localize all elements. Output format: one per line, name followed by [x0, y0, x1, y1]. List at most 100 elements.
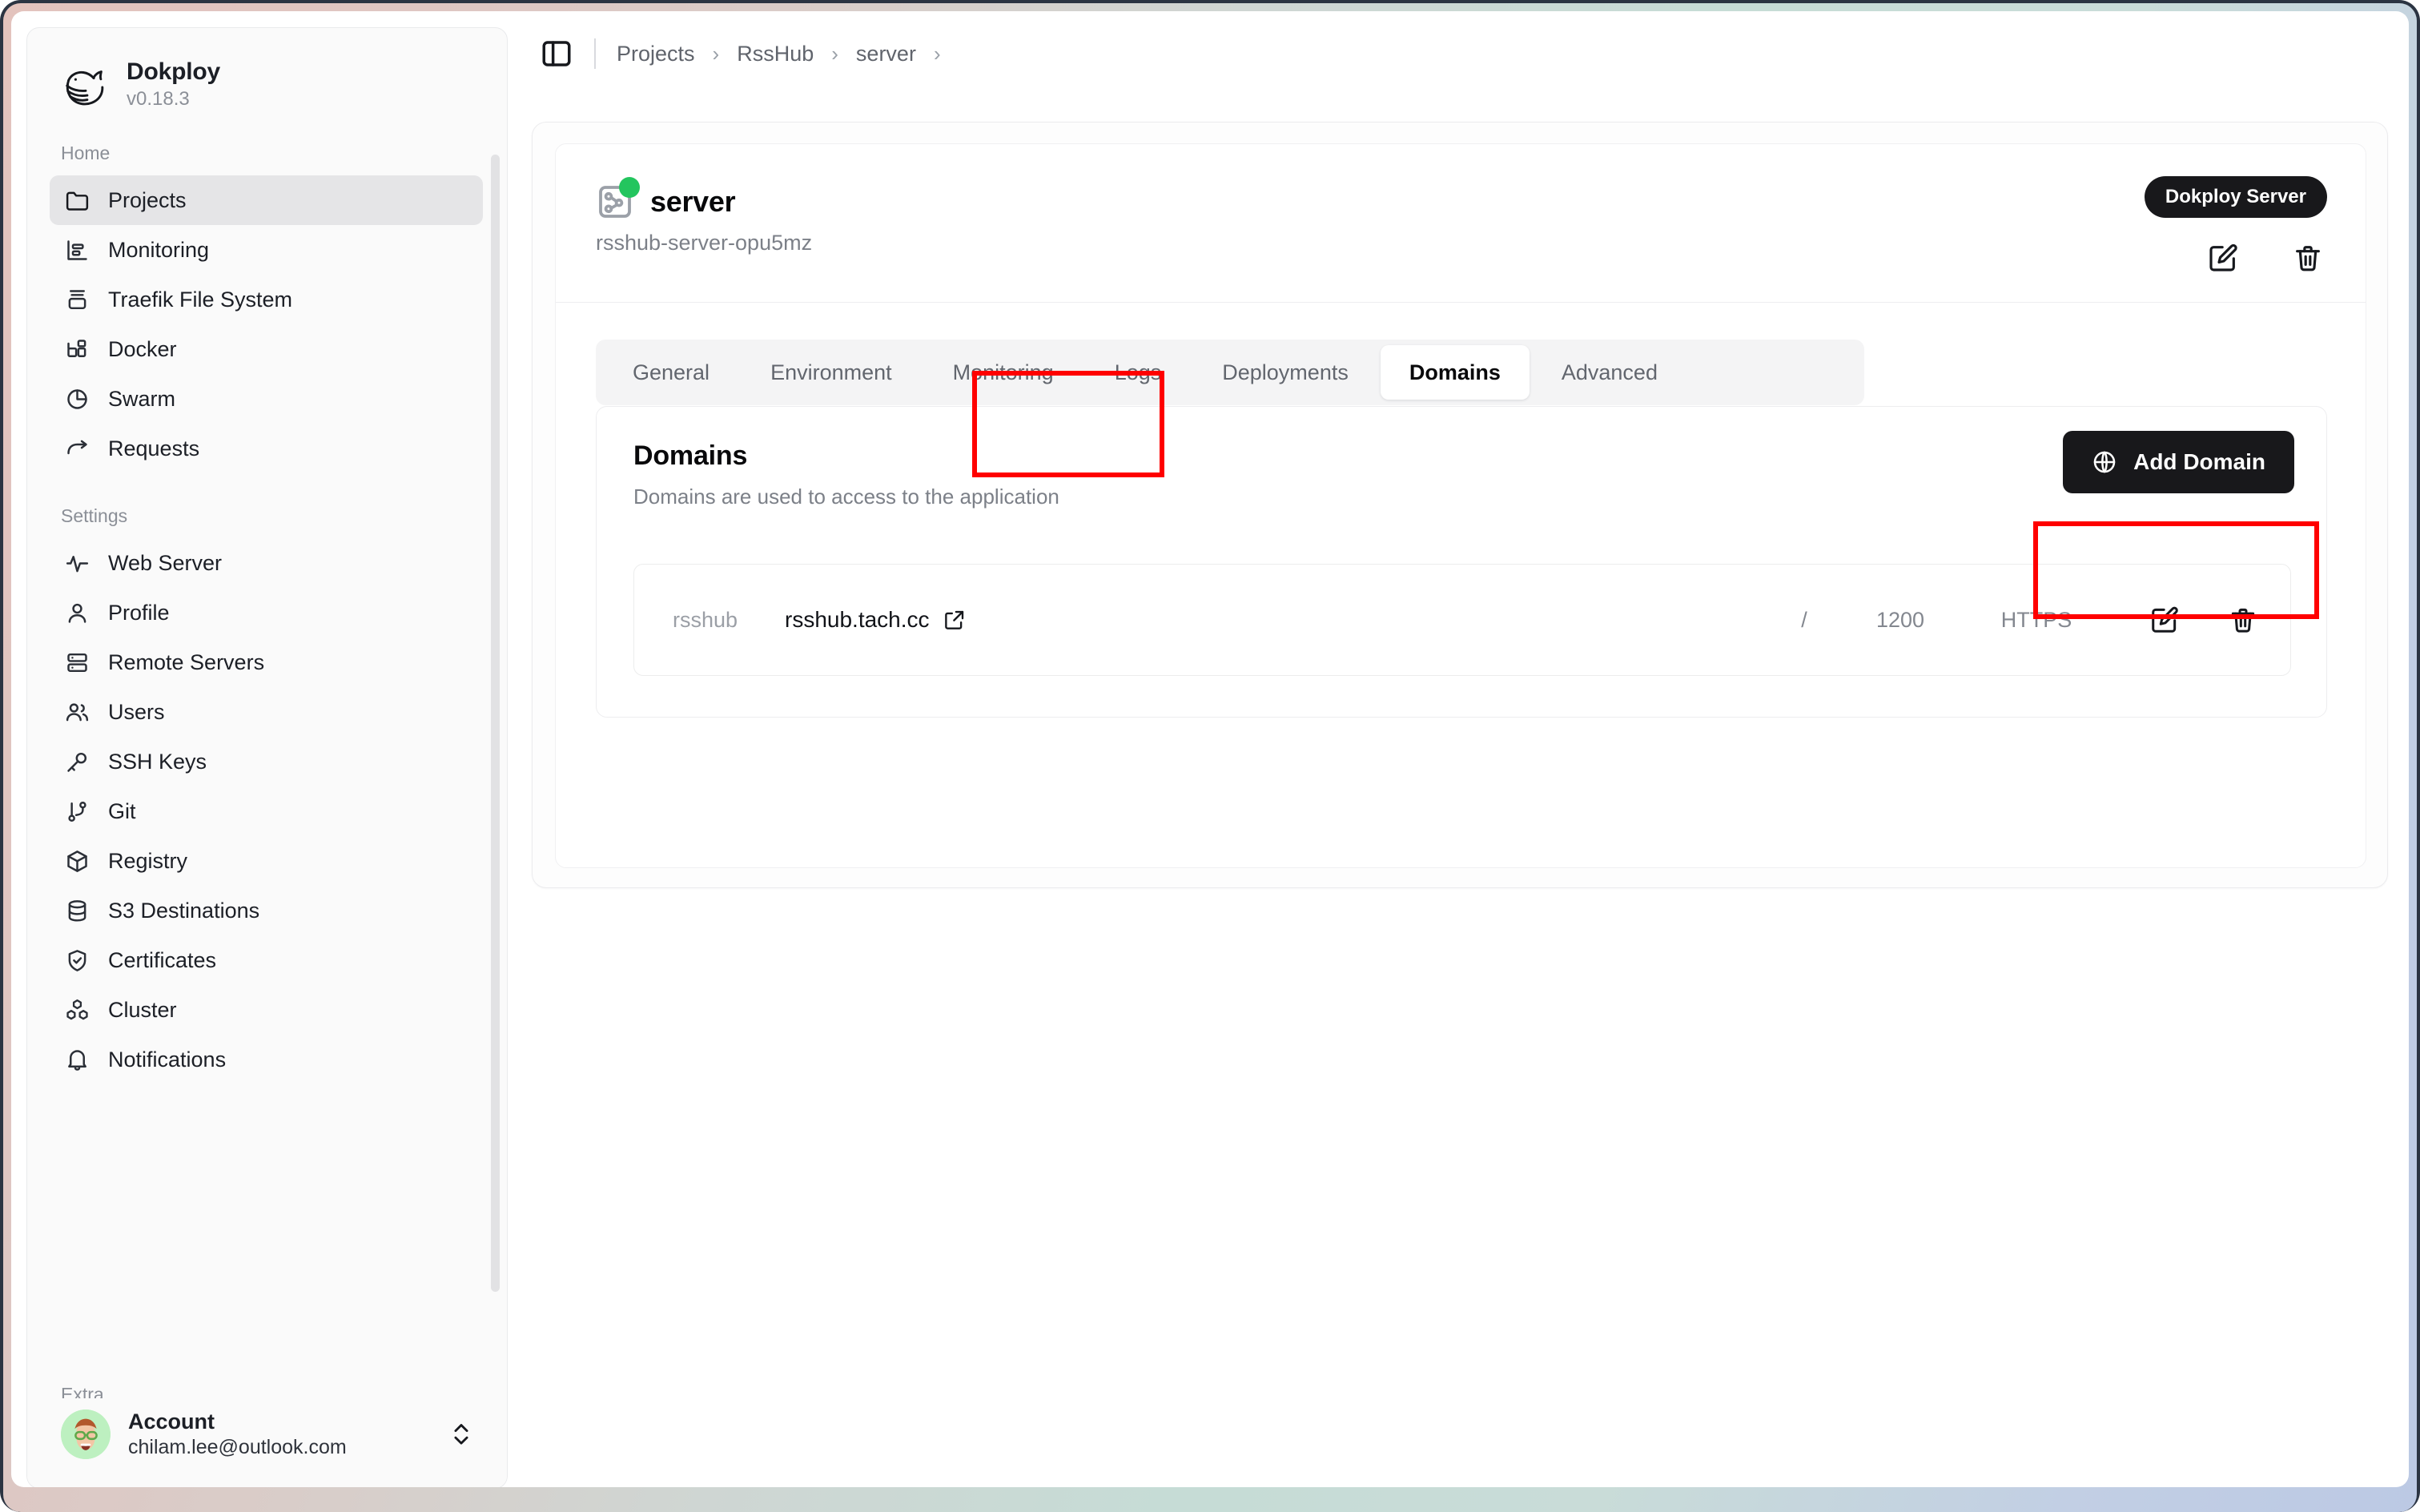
page-title: server: [650, 185, 735, 219]
domains-title: Domains: [633, 440, 2289, 472]
desktop-frame: Dokploy v0.18.3 Home Projects Moni: [0, 0, 2420, 1512]
sidebar-item-monitoring[interactable]: Monitoring: [50, 225, 483, 275]
tabs-region: General Environment Monitoring Logs Depl…: [556, 303, 2366, 405]
sidebar-item-label: Git: [108, 799, 136, 824]
brand-header[interactable]: Dokploy v0.18.3: [27, 28, 507, 111]
domain-host: rsshub: [673, 608, 785, 633]
sidebar-toggle-icon[interactable]: [540, 37, 573, 70]
tab-advanced[interactable]: Advanced: [1533, 345, 1686, 400]
sidebar-item-notifications[interactable]: Notifications: [50, 1035, 483, 1084]
sidebar-item-label: Users: [108, 700, 165, 725]
square-pen-icon[interactable]: [2207, 242, 2239, 274]
sidebar-item-traefik-file-system[interactable]: Traefik File System: [50, 275, 483, 324]
sidebar-item-users[interactable]: Users: [50, 687, 483, 737]
user-icon: [64, 600, 90, 626]
topbar: Projects › RssHub › server ›: [524, 27, 2396, 80]
arrow-right-turn-icon: [64, 436, 90, 462]
tab-general[interactable]: General: [604, 345, 738, 400]
sidebar-item-profile[interactable]: Profile: [50, 588, 483, 637]
server-rack-icon: [64, 649, 90, 676]
chart-bar-icon: [64, 237, 90, 263]
sidebar-item-label: S3 Destinations: [108, 899, 259, 923]
domain-path: /: [1768, 608, 1840, 633]
brand-version: v0.18.3: [127, 88, 220, 111]
sidebar-item-label: Certificates: [108, 948, 216, 973]
breadcrumb-item-server[interactable]: server: [856, 42, 916, 66]
account-switcher[interactable]: Account chilam.lee@outlook.com: [48, 1398, 488, 1470]
sidebar-item-label: Projects: [108, 188, 187, 213]
sidebar-item-s3-destinations[interactable]: S3 Destinations: [50, 886, 483, 935]
domain-port: 1200: [1840, 608, 1960, 633]
sidebar-item-label: Cluster: [108, 998, 177, 1023]
nav-list-settings: Web Server Profile Remote Servers: [27, 538, 507, 1084]
account-email: chilam.lee@outlook.com: [128, 1436, 430, 1459]
container-icon: [64, 287, 90, 313]
tab-deployments[interactable]: Deployments: [1193, 345, 1377, 400]
sidebar-item-remote-servers[interactable]: Remote Servers: [50, 637, 483, 687]
avatar: [61, 1409, 111, 1459]
folder-icon: [64, 187, 90, 214]
sidebar-item-label: Web Server: [108, 551, 222, 576]
sidebar-item-label: Swarm: [108, 387, 175, 412]
sidebar-item-requests[interactable]: Requests: [50, 424, 483, 473]
sidebar-item-label: Remote Servers: [108, 650, 264, 675]
breadcrumb-item-rsshub[interactable]: RssHub: [737, 42, 814, 66]
nav-list-home: Projects Monitoring Traefik File System: [27, 175, 507, 473]
tab-monitoring[interactable]: Monitoring: [924, 345, 1083, 400]
app-window: Dokploy v0.18.3 Home Projects Moni: [11, 11, 2409, 1487]
status-badge[interactable]: Dokploy Server: [2145, 176, 2327, 218]
sidebar-item-projects[interactable]: Projects: [50, 175, 483, 225]
sidebar-item-git[interactable]: Git: [50, 786, 483, 836]
breadcrumb-separator: ›: [713, 42, 720, 66]
sidebar-scrollbar-thumb[interactable]: [491, 155, 500, 1292]
breadcrumb-separator: ›: [934, 42, 941, 66]
sidebar-item-web-server[interactable]: Web Server: [50, 538, 483, 588]
trash-icon[interactable]: [2292, 242, 2324, 274]
nav-section-label-extra: Extra: [48, 1382, 488, 1398]
pie-chart-icon: [64, 386, 90, 412]
account-title: Account: [128, 1409, 430, 1434]
shield-check-icon: [64, 947, 90, 974]
tab-logs[interactable]: Logs: [1086, 345, 1191, 400]
row-actions: [2149, 605, 2258, 635]
breadcrumb-item-projects[interactable]: Projects: [617, 42, 695, 66]
sidebar-item-label: Notifications: [108, 1048, 226, 1072]
nav-section-label-settings: Settings: [27, 505, 507, 527]
whale-logo-icon: [61, 60, 111, 110]
add-domain-button[interactable]: Add Domain: [2063, 431, 2294, 493]
sidebar-item-swarm[interactable]: Swarm: [50, 374, 483, 424]
chevron-up-down-icon[interactable]: [448, 1418, 475, 1450]
package-icon: [64, 848, 90, 875]
external-link-icon[interactable]: [943, 608, 967, 632]
sidebar-item-label: Traefik File System: [108, 288, 292, 312]
sidebar-item-label: Docker: [108, 337, 177, 362]
trash-icon[interactable]: [2228, 605, 2258, 635]
git-branch-icon: [64, 798, 90, 825]
breadcrumb-separator: ›: [831, 42, 838, 66]
domains-panel: Domains Domains are used to access to th…: [596, 406, 2327, 718]
sidebar-item-docker[interactable]: Docker: [50, 324, 483, 374]
application-card: server rsshub-server-opu5mz Dokploy Serv…: [555, 143, 2366, 868]
application-nodes-icon: [596, 183, 634, 221]
bell-icon: [64, 1047, 90, 1073]
square-pen-icon[interactable]: [2149, 605, 2180, 635]
sidebar-item-cluster[interactable]: Cluster: [50, 985, 483, 1035]
sidebar-item-certificates[interactable]: Certificates: [50, 935, 483, 985]
sidebar-item-ssh-keys[interactable]: SSH Keys: [50, 737, 483, 786]
header-actions: [2207, 242, 2324, 274]
nav-section-label-home: Home: [27, 143, 507, 164]
boxes-icon: [64, 997, 90, 1023]
breadcrumb-divider: [594, 38, 596, 69]
table-row[interactable]: rsshub rsshub.tach.cc / 1200 HTTPS: [633, 564, 2291, 676]
sidebar-item-label: Requests: [108, 436, 199, 461]
tab-domains[interactable]: Domains: [1381, 345, 1530, 400]
users-icon: [64, 699, 90, 726]
tab-environment[interactable]: Environment: [742, 345, 921, 400]
application-subtitle: rsshub-server-opu5mz: [596, 231, 2326, 255]
sidebar-item-registry[interactable]: Registry: [50, 836, 483, 886]
domain-url-link[interactable]: rsshub.tach.cc: [785, 607, 967, 633]
activity-pulse-icon: [64, 550, 90, 577]
database-icon: [64, 898, 90, 924]
domains-header: Domains Domains are used to access to th…: [597, 407, 2326, 509]
sidebar-scrollbar[interactable]: [489, 155, 500, 1324]
